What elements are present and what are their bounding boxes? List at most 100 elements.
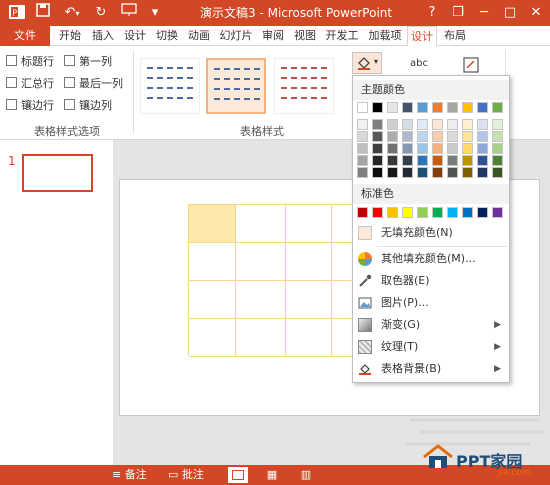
- table-cell[interactable]: [189, 319, 236, 357]
- table-cell[interactable]: [286, 243, 332, 281]
- theme-color-shade-swatch[interactable]: [357, 155, 368, 166]
- checkbox-box[interactable]: [64, 55, 75, 66]
- theme-color-swatch[interactable]: [402, 102, 413, 113]
- ribbon-display-button[interactable]: ❐: [444, 0, 472, 26]
- checkbox-banded-columns[interactable]: 镶边列: [64, 98, 112, 114]
- theme-color-shade-swatch[interactable]: [387, 143, 398, 154]
- normal-view-button[interactable]: [228, 467, 248, 483]
- theme-color-shade-swatch[interactable]: [387, 119, 398, 130]
- checkbox-last-column[interactable]: 最后一列: [64, 76, 123, 92]
- standard-color-swatch[interactable]: [357, 207, 368, 218]
- theme-color-shade-swatch[interactable]: [372, 119, 383, 130]
- tab-slideshow[interactable]: 幻灯片: [216, 26, 256, 46]
- slideshow-icon[interactable]: [118, 3, 142, 23]
- tab-table-design[interactable]: 设计: [407, 26, 437, 47]
- theme-color-swatch[interactable]: [447, 102, 458, 113]
- theme-color-shade-swatch[interactable]: [492, 167, 503, 178]
- maximize-button[interactable]: □: [496, 0, 524, 26]
- tab-transitions[interactable]: 切换: [152, 26, 182, 46]
- theme-color-shade-swatch[interactable]: [357, 119, 368, 130]
- theme-color-swatch[interactable]: [387, 102, 398, 113]
- theme-color-swatch[interactable]: [492, 102, 503, 113]
- tab-home[interactable]: 开始: [55, 26, 85, 46]
- table-style-option[interactable]: [274, 58, 334, 114]
- theme-color-shade-swatch[interactable]: [402, 131, 413, 142]
- theme-color-shade-swatch[interactable]: [462, 155, 473, 166]
- reading-view-button[interactable]: ▥: [296, 467, 316, 483]
- theme-color-swatch[interactable]: [357, 102, 368, 113]
- shading-button[interactable]: ▾: [352, 52, 382, 74]
- table-cell[interactable]: [236, 205, 286, 243]
- standard-color-swatch[interactable]: [372, 207, 383, 218]
- checkbox-first-column[interactable]: 第一列: [64, 54, 112, 70]
- theme-color-shade-swatch[interactable]: [432, 155, 443, 166]
- minimize-button[interactable]: ─: [470, 0, 498, 26]
- tab-design[interactable]: 设计: [120, 26, 150, 46]
- checkbox-box[interactable]: [6, 77, 17, 88]
- theme-color-swatch[interactable]: [477, 102, 488, 113]
- theme-color-shade-swatch[interactable]: [372, 155, 383, 166]
- theme-color-shade-swatch[interactable]: [462, 131, 473, 142]
- eyedropper-item[interactable]: 取色器(E): [353, 270, 509, 292]
- tab-addins[interactable]: 加载项: [364, 26, 406, 46]
- undo-icon[interactable]: ↶▾: [58, 3, 86, 23]
- checkbox-banded-rows[interactable]: 镶边行: [6, 98, 54, 114]
- theme-color-shade-swatch[interactable]: [417, 131, 428, 142]
- comments-button[interactable]: ▭ 批注: [168, 467, 204, 483]
- theme-color-shade-swatch[interactable]: [372, 167, 383, 178]
- theme-color-shade-swatch[interactable]: [387, 131, 398, 142]
- picture-item[interactable]: 图片(P)...: [353, 292, 509, 314]
- theme-color-swatch[interactable]: [417, 102, 428, 113]
- tab-developer[interactable]: 开发工: [322, 26, 362, 46]
- table-cell[interactable]: [189, 281, 236, 319]
- theme-color-shade-swatch[interactable]: [447, 131, 458, 142]
- theme-color-shade-swatch[interactable]: [417, 143, 428, 154]
- theme-color-shade-swatch[interactable]: [477, 167, 488, 178]
- theme-color-shade-swatch[interactable]: [492, 155, 503, 166]
- theme-color-swatch[interactable]: [432, 102, 443, 113]
- checkbox-total-row[interactable]: 汇总行: [6, 76, 54, 92]
- theme-color-shade-swatch[interactable]: [477, 131, 488, 142]
- theme-color-shade-swatch[interactable]: [372, 143, 383, 154]
- save-icon[interactable]: [34, 3, 52, 23]
- standard-color-swatch[interactable]: [462, 207, 473, 218]
- tab-file[interactable]: 文件: [0, 26, 50, 46]
- theme-color-shade-swatch[interactable]: [477, 143, 488, 154]
- theme-color-shade-swatch[interactable]: [402, 119, 413, 130]
- tab-review[interactable]: 审阅: [258, 26, 288, 46]
- table-style-option[interactable]: [140, 58, 200, 114]
- table-cell[interactable]: [189, 205, 236, 243]
- checkbox-box[interactable]: [64, 99, 75, 110]
- tab-animations[interactable]: 动画: [184, 26, 214, 46]
- checkbox-box[interactable]: [6, 55, 17, 66]
- slide-thumbnail[interactable]: [22, 154, 93, 192]
- theme-color-shade-swatch[interactable]: [432, 143, 443, 154]
- standard-color-swatch[interactable]: [477, 207, 488, 218]
- tab-table-layout[interactable]: 布局: [440, 26, 470, 46]
- theme-color-shade-swatch[interactable]: [417, 167, 428, 178]
- theme-color-shade-swatch[interactable]: [417, 155, 428, 166]
- theme-color-shade-swatch[interactable]: [402, 155, 413, 166]
- theme-color-shade-swatch[interactable]: [372, 131, 383, 142]
- theme-color-shade-swatch[interactable]: [387, 155, 398, 166]
- standard-color-swatch[interactable]: [417, 207, 428, 218]
- theme-color-shade-swatch[interactable]: [402, 167, 413, 178]
- customize-qat-icon[interactable]: ▾: [146, 3, 164, 23]
- theme-color-shade-swatch[interactable]: [432, 167, 443, 178]
- theme-color-shade-swatch[interactable]: [492, 119, 503, 130]
- gradient-item[interactable]: 渐变(G) ▶: [353, 314, 509, 336]
- theme-color-shade-swatch[interactable]: [357, 131, 368, 142]
- close-button[interactable]: ✕: [522, 0, 550, 26]
- theme-color-shade-swatch[interactable]: [432, 119, 443, 130]
- checkbox-header-row[interactable]: 标题行: [6, 54, 54, 70]
- table-cell[interactable]: [189, 243, 236, 281]
- checkbox-box[interactable]: [6, 99, 17, 110]
- theme-color-shade-swatch[interactable]: [417, 119, 428, 130]
- help-button[interactable]: ?: [418, 0, 446, 26]
- standard-color-swatch[interactable]: [387, 207, 398, 218]
- theme-color-shade-swatch[interactable]: [462, 167, 473, 178]
- theme-color-shade-swatch[interactable]: [357, 167, 368, 178]
- texture-item[interactable]: 纹理(T) ▶: [353, 336, 509, 358]
- standard-color-swatch[interactable]: [447, 207, 458, 218]
- theme-color-swatch[interactable]: [462, 102, 473, 113]
